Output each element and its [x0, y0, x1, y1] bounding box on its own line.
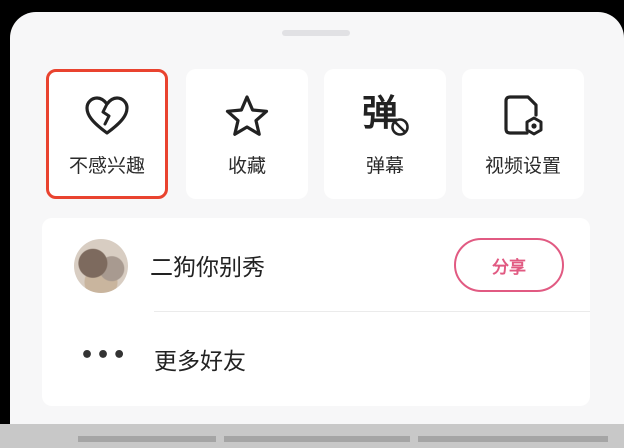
friend-row[interactable]: 二狗你别秀 分享	[42, 218, 590, 312]
danmaku-label: 弹幕	[365, 155, 404, 177]
more-icon: •••	[80, 343, 129, 368]
video-settings-label: 视频设置	[484, 155, 561, 177]
share-friends-panel: 二狗你别秀 分享 ••• 更多好友	[42, 218, 590, 406]
favorite-button[interactable]: 收藏	[186, 69, 308, 199]
not-interested-label: 不感兴趣	[68, 155, 145, 177]
not-interested-button[interactable]: 不感兴趣	[46, 69, 168, 199]
avatar	[74, 239, 128, 293]
share-button[interactable]: 分享	[454, 238, 564, 292]
drag-handle[interactable]	[282, 30, 350, 36]
video-settings-icon	[462, 92, 584, 140]
bottom-sheet: 不感兴趣 收藏 弹 弹幕 视频设置 二狗你别秀 分享 ••• 更多好友	[10, 12, 624, 448]
broken-heart-icon	[49, 92, 165, 140]
friend-name: 二狗你别秀	[150, 255, 265, 281]
more-friends-row[interactable]: ••• 更多好友	[42, 312, 590, 406]
star-icon	[186, 92, 308, 140]
danmaku-button[interactable]: 弹 弹幕	[324, 69, 446, 199]
danmaku-off-icon: 弹	[324, 92, 446, 140]
favorite-label: 收藏	[227, 155, 266, 177]
more-friends-label: 更多好友	[154, 349, 246, 375]
tab-indicator-bar	[0, 436, 624, 448]
video-settings-button[interactable]: 视频设置	[462, 69, 584, 199]
